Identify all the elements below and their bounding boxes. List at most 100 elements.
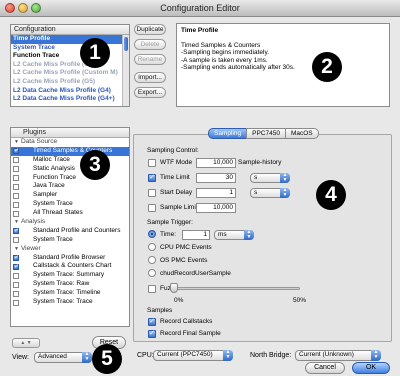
disclosure-triangle-icon[interactable]: ▼	[14, 245, 19, 254]
delete-button[interactable]: Delete	[134, 39, 166, 50]
time-trigger-radio[interactable]	[148, 230, 156, 238]
plugin-checkbox[interactable]	[13, 210, 19, 217]
callout-badge-2: 2	[312, 52, 342, 82]
time-trigger-field[interactable]: 1	[182, 230, 210, 240]
plugin-group-label: Data Source	[20, 138, 58, 145]
fuzz-checkbox[interactable]	[148, 285, 156, 293]
tab-ppc7450[interactable]: PPC7450	[246, 128, 286, 139]
fuzz-slider-knob[interactable]	[170, 283, 178, 293]
time-limit-unit: s	[254, 174, 258, 181]
wtf-mode-field[interactable]: 10,000	[196, 158, 236, 168]
time-limit-field[interactable]: 30	[196, 173, 236, 183]
sample-limit-field[interactable]: 10,000	[196, 203, 236, 213]
record-callstacks-checkbox[interactable]: ✓	[148, 318, 156, 326]
config-item[interactable]: L2 Cache Miss Profile (G4)	[11, 61, 129, 70]
plugin-item[interactable]: System Trace: Trace	[11, 298, 129, 307]
os-pmc-radio[interactable]	[148, 256, 156, 264]
plugin-checkbox[interactable]	[13, 157, 19, 164]
plugin-checkbox[interactable]	[13, 237, 19, 244]
config-item[interactable]: L2 Cache Miss Profile (G5)	[11, 78, 129, 87]
plugins-list[interactable]: Plugins ▼ Data Source ✓ Timed Samples & Cou…	[10, 127, 130, 327]
plugin-checkbox[interactable]	[13, 290, 19, 297]
plugin-item[interactable]: System Trace	[11, 236, 129, 245]
plugin-item[interactable]: ✓ Standard Profile Browser	[11, 254, 129, 263]
rename-button[interactable]: Rename	[134, 54, 166, 65]
import-button[interactable]: Import...	[134, 72, 166, 83]
start-delay-field[interactable]: 1	[196, 188, 236, 198]
config-item[interactable]: Time Profile	[11, 35, 129, 44]
config-item[interactable]: L2 Cache Miss Profile (Custom M)	[11, 69, 129, 78]
title-bar[interactable]: Configuration Editor	[0, 0, 400, 17]
tab-macos[interactable]: MacOS	[284, 128, 319, 139]
plugin-checkbox[interactable]	[13, 272, 19, 279]
ok-button[interactable]: OK	[352, 362, 390, 374]
record-callstacks-label: Record Callstacks	[160, 318, 213, 325]
plugin-item[interactable]: Static Analysis	[11, 165, 129, 174]
cancel-button[interactable]: Cancel	[305, 362, 345, 374]
chud-record-radio[interactable]	[148, 269, 156, 277]
north-bridge-popup[interactable]: Current (Unknown) ▲ ▼	[295, 350, 381, 361]
record-final-sample-checkbox[interactable]: ✓	[148, 330, 156, 338]
plugin-order-stepper[interactable]: ▲ ▼	[12, 338, 40, 348]
plugin-checkbox[interactable]	[13, 175, 19, 182]
plugin-checkbox[interactable]: ✓	[13, 263, 19, 270]
cpu-popup[interactable]: Current (PPC7450) ▲ ▼	[153, 350, 233, 361]
plugin-item[interactable]: System Trace: Raw	[11, 280, 129, 289]
plugin-group[interactable]: ▼ Viewer	[11, 245, 129, 254]
plugin-group[interactable]: ▼ Analysis	[11, 218, 129, 227]
sample-limit-checkbox[interactable]	[148, 204, 156, 212]
callout-badge-5: 5	[92, 344, 122, 374]
popup-arrows-icon: ▲ ▼	[82, 352, 92, 363]
disclosure-triangle-icon[interactable]: ▼	[14, 218, 19, 227]
popup-arrows-icon: ▲ ▼	[244, 230, 254, 240]
plugin-checkbox[interactable]	[13, 192, 19, 199]
plugin-checkbox[interactable]: ✓	[13, 148, 19, 155]
config-list-scroll-thumb[interactable]	[124, 37, 128, 51]
wtf-mode-checkbox[interactable]	[148, 159, 156, 167]
disclosure-triangle-icon[interactable]: ▼	[14, 138, 19, 147]
plugin-item[interactable]: System Trace: Summary	[11, 271, 129, 280]
plugin-item[interactable]: System Trace	[11, 200, 129, 209]
config-item[interactable]: System Trace	[11, 44, 129, 53]
view-popup[interactable]: Advanced ▲ ▼	[34, 352, 92, 363]
time-trigger-unit-popup[interactable]: ms ▲ ▼	[214, 230, 254, 240]
configuration-list[interactable]: Configuration Time Profile System Trace …	[10, 24, 130, 107]
description-line: -Sampling ends automatically after 30s.	[181, 64, 295, 72]
plugin-checkbox[interactable]	[13, 201, 19, 208]
config-item[interactable]: L2 Data Cache Miss Profile (G4+)	[11, 95, 129, 104]
cpu-pmc-radio[interactable]	[148, 243, 156, 251]
start-delay-unit-popup[interactable]: s ▲ ▼	[250, 188, 290, 198]
plugin-label: System Trace: Timeline	[33, 289, 101, 297]
time-limit-checkbox[interactable]: ✓	[148, 174, 156, 182]
config-item[interactable]: Function Trace	[11, 52, 129, 61]
plugin-item[interactable]: ✓ Timed Samples & Counters	[11, 146, 129, 156]
fuzz-slider-track[interactable]	[173, 287, 300, 290]
plugin-item[interactable]: System Trace: Timeline	[11, 289, 129, 298]
start-delay-checkbox[interactable]	[148, 189, 156, 197]
plugin-checkbox[interactable]: ✓	[13, 228, 19, 235]
plugin-item[interactable]: Java Trace	[11, 182, 129, 191]
plugin-checkbox[interactable]: ✓	[13, 255, 19, 262]
plugin-group[interactable]: ▼ Data Source	[11, 138, 129, 147]
plugin-checkbox[interactable]	[13, 183, 19, 190]
plugin-checkbox[interactable]	[13, 166, 19, 173]
time-limit-label: Time Limit	[160, 174, 190, 181]
popup-arrows-icon: ▲ ▼	[371, 350, 381, 361]
plugin-label: System Trace: Raw	[33, 280, 90, 288]
config-list-scrollbar[interactable]	[122, 35, 129, 106]
export-button[interactable]: Export...	[134, 87, 166, 98]
plugin-item[interactable]: Sampler	[11, 191, 129, 200]
plugin-item[interactable]: Function Trace	[11, 174, 129, 183]
plugin-item[interactable]: Malloc Trace	[11, 156, 129, 165]
plugin-item[interactable]: All Thread States	[11, 209, 129, 218]
duplicate-button[interactable]: Duplicate	[134, 24, 166, 35]
plugin-item[interactable]: ✓ Standard Profile and Counters	[11, 227, 129, 236]
configuration-description[interactable]: Time Profile Timed Samples & Counters -S…	[176, 23, 390, 107]
config-item[interactable]: L2 Data Cache Miss Profile (G4)	[11, 87, 129, 96]
time-limit-unit-popup[interactable]: s ▲ ▼	[250, 173, 290, 183]
tab-sampling[interactable]: Sampling	[208, 128, 248, 139]
plugin-checkbox[interactable]	[13, 281, 19, 288]
plugin-label: Sampler	[33, 191, 58, 199]
plugin-item[interactable]: ✓ Callstack & Counters Chart	[11, 262, 129, 271]
plugin-checkbox[interactable]	[13, 299, 19, 306]
